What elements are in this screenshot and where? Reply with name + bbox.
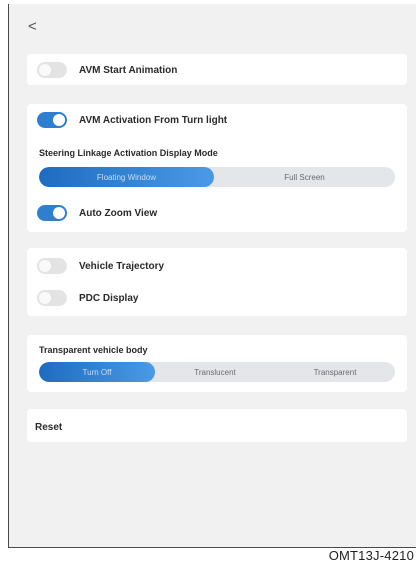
avm-start-animation-row[interactable]: AVM Start Animation — [37, 60, 177, 80]
steering-mode-full-screen[interactable]: Full Screen — [214, 167, 395, 187]
vehicle-trajectory-row[interactable]: Vehicle Trajectory — [37, 256, 164, 276]
steering-mode-selector: Floating Window Full Screen — [39, 167, 395, 187]
transparent-body-card: Transparent vehicle body Turn Off Transl… — [27, 335, 407, 392]
transparent-body-translucent[interactable]: Translucent — [155, 362, 275, 382]
figure-code: OMT13J-4210 — [328, 548, 414, 563]
auto-zoom-row[interactable]: Auto Zoom View — [37, 203, 157, 223]
avm-start-card: AVM Start Animation — [27, 54, 407, 85]
pdc-display-row[interactable]: PDC Display — [37, 288, 138, 308]
avm-turn-light-label: AVM Activation From Turn light — [79, 114, 228, 126]
steering-mode-title: Steering Linkage Activation Display Mode — [39, 148, 218, 158]
avm-turn-light-toggle[interactable] — [37, 112, 67, 128]
trajectory-card: Vehicle Trajectory PDC Display — [27, 248, 407, 316]
reset-card[interactable]: Reset — [27, 409, 407, 442]
auto-zoom-label: Auto Zoom View — [79, 207, 158, 219]
avm-start-animation-toggle[interactable] — [37, 62, 67, 78]
reset-button[interactable]: Reset — [35, 422, 62, 433]
pdc-display-label: PDC Display — [79, 292, 139, 304]
transparent-body-turn-off[interactable]: Turn Off — [39, 362, 155, 382]
chevron-left-icon: < — [28, 18, 37, 35]
auto-zoom-toggle[interactable] — [37, 205, 67, 221]
vehicle-trajectory-label: Vehicle Trajectory — [79, 260, 165, 272]
back-button[interactable]: < — [28, 19, 37, 34]
avm-turn-light-row[interactable]: AVM Activation From Turn light — [37, 110, 227, 130]
avm-start-animation-label: AVM Start Animation — [79, 64, 178, 76]
pdc-display-toggle[interactable] — [37, 290, 67, 306]
transparent-body-transparent[interactable]: Transparent — [275, 362, 395, 382]
steering-mode-floating-window[interactable]: Floating Window — [39, 167, 214, 187]
transparent-body-selector: Turn Off Translucent Transparent — [39, 362, 395, 382]
avm-activation-card: AVM Activation From Turn light Steering … — [27, 104, 407, 232]
vehicle-trajectory-toggle[interactable] — [37, 258, 67, 274]
transparent-body-title: Transparent vehicle body — [39, 345, 148, 355]
settings-screen: < AVM Start Animation AVM Activation Fro… — [8, 4, 416, 548]
